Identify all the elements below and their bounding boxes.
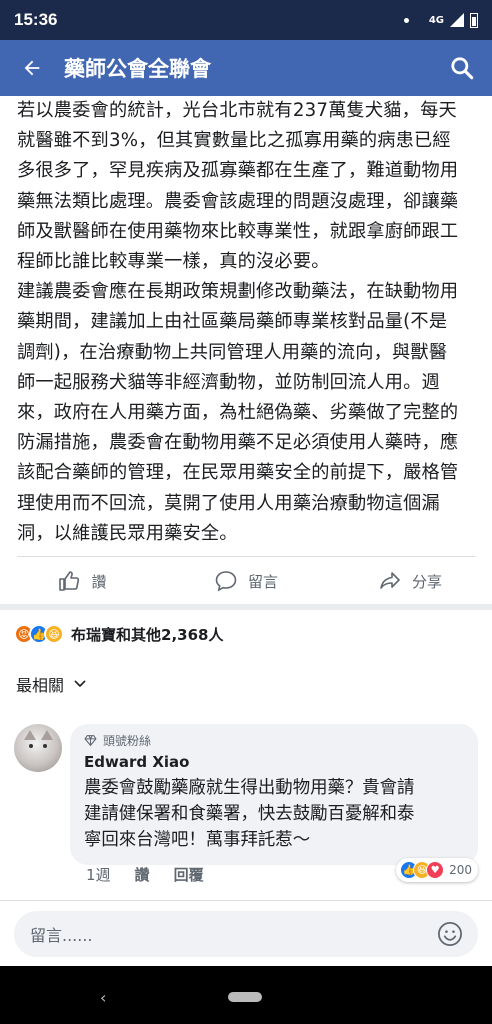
reaction-icons: 😡 👍 😆 xyxy=(14,624,64,644)
share-button[interactable]: 分享 xyxy=(328,560,492,602)
share-icon xyxy=(380,572,400,589)
search-icon xyxy=(451,57,474,80)
avatar-eyes xyxy=(29,744,47,748)
like-label: 讚 xyxy=(91,572,107,591)
fan-badge: 頭號粉絲 xyxy=(84,732,464,749)
post-paragraph: 建議農委會應在長期政策規劃修改動藥法，在缺動物用 藥期間，建議加上由社區藥局藥師… xyxy=(17,281,459,544)
comment-reaction-count: 200 xyxy=(449,863,472,877)
comment-icon xyxy=(215,571,237,592)
thumbs-up-icon xyxy=(59,571,80,591)
reactions-summary[interactable]: 😡 👍 😆 布瑞寶和其他2,368人 xyxy=(14,620,223,648)
comment-bubble[interactable]: 頭號粉絲 Edward Xiao 農委會鼓勵藥廠就生得出動物用藥？貴會請 建請健… xyxy=(70,724,478,865)
share-label: 分享 xyxy=(411,572,442,591)
comment-like-button[interactable]: 讚 xyxy=(135,864,150,885)
sort-label: 最相關 xyxy=(16,676,65,695)
notification-dot-icon xyxy=(403,17,409,23)
reaction-summary-text: 布瑞寶和其他2,368人 xyxy=(71,625,224,644)
status-time: 15:36 xyxy=(14,10,58,29)
comment-label: 留言 xyxy=(247,572,278,591)
like-button[interactable]: 讚 xyxy=(0,560,164,602)
divider xyxy=(17,556,475,557)
comment-meta: 1週 讚 回覆 xyxy=(86,864,204,885)
love-reaction-icon: ♥ xyxy=(426,861,445,879)
comment-reply-button[interactable]: 回覆 xyxy=(174,864,204,885)
post-body: 若以農委會的統計，光台北市就有237萬隻犬貓，每天 就醫雖不到3%，但其實數量比… xyxy=(17,96,479,549)
chevron-down-icon xyxy=(74,680,86,687)
comments-sort-dropdown[interactable]: 最相關 xyxy=(16,672,88,696)
comment-text: 農委會鼓勵藥廠就生得出動物用藥？貴會請 建請健保署和食藥署，快去鼓勵百憂解和泰 … xyxy=(84,778,415,850)
search-button[interactable] xyxy=(432,40,492,96)
comment-time: 1週 xyxy=(86,866,111,884)
network-type: 4G xyxy=(428,14,444,26)
diamond-icon xyxy=(84,735,97,747)
avatar[interactable] xyxy=(14,724,62,772)
avatar-ear-right xyxy=(41,730,53,740)
post-actions: 讚 留言 分享 xyxy=(0,560,492,602)
back-button[interactable] xyxy=(0,40,64,96)
badge-label: 頭號粉絲 xyxy=(103,734,152,748)
haha-reaction-icon: 😆 xyxy=(44,624,64,644)
comment-button[interactable]: 留言 xyxy=(164,560,328,602)
system-nav-bar: ‹ xyxy=(0,966,492,1024)
signal-icon xyxy=(450,13,464,27)
app-header: 藥師公會全聯會 xyxy=(0,40,492,96)
comment-author[interactable]: Edward Xiao xyxy=(84,753,464,771)
nav-back-icon[interactable]: ‹ xyxy=(100,988,106,1007)
emoji-icon[interactable] xyxy=(436,920,464,948)
page-title: 藥師公會全聯會 xyxy=(64,57,211,81)
section-separator xyxy=(0,604,492,610)
comment-input[interactable]: 留言...... xyxy=(14,910,478,957)
arrow-left-icon xyxy=(24,60,40,76)
comment-input-placeholder: 留言...... xyxy=(30,925,93,945)
status-icons: 4G xyxy=(403,12,478,28)
status-bar: 15:36 4G xyxy=(0,0,492,40)
post-paragraph: 若以農委會的統計，光台北市就有237萬隻犬貓，每天 就醫雖不到3%，但其實數量比… xyxy=(17,100,459,273)
comment-composer: 留言...... xyxy=(0,900,492,966)
avatar-ear-left xyxy=(24,730,36,740)
comment-reactions[interactable]: 👍 😆 ♥ 200 xyxy=(396,858,478,882)
nav-home-pill[interactable] xyxy=(228,992,262,1002)
battery-icon xyxy=(470,12,478,28)
